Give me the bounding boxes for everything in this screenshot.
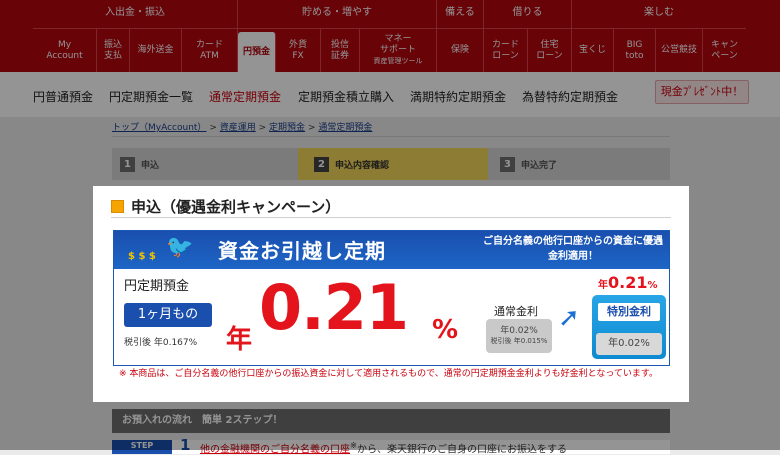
campaign-modal: 申込（優遇金利キャンペーン） $ $ $ 🐦 資金お引越し定期 ご自分名義の他行…	[93, 186, 689, 402]
normal-after-tax: 税引後 年0.015%	[490, 337, 548, 345]
special-rate-value: 0.21	[608, 273, 648, 292]
divider	[111, 217, 671, 218]
coins-icon: $ $ $	[128, 251, 156, 262]
bird-icon: 🐦	[166, 235, 194, 260]
arrow-up-right-icon: ➚	[558, 303, 580, 333]
normal-rate-can: 年0.02% 税引後 年0.015%	[486, 319, 552, 353]
banner-header: $ $ $ 🐦 資金お引越し定期 ご自分名義の他行口座からの資金に優遇金利適用！	[114, 231, 669, 269]
modal-header: 申込（優遇金利キャンペーン）	[111, 196, 340, 217]
disclaimer-note: ※ 本商品は、ご自分名義の他行口座からの振込資金に対して適用されるもので、通常の…	[119, 369, 658, 379]
plan-name: 円定期預金	[124, 279, 190, 294]
rate-unit: %	[432, 315, 459, 345]
special-rate-prefix: 年	[598, 280, 608, 291]
heading-marker-icon	[111, 200, 124, 213]
term-badge: 1ヶ月もの	[124, 303, 212, 327]
banner-title: 資金お引越し定期	[218, 239, 386, 263]
special-rate-top: 年0.21%	[598, 273, 658, 292]
special-rate-unit: %	[647, 280, 658, 291]
rate-prefix: 年	[226, 325, 253, 355]
special-rate-label: 特別金利	[598, 303, 660, 321]
special-base-rate: 年0.02%	[596, 333, 662, 355]
campaign-banner[interactable]: $ $ $ 🐦 資金お引越し定期 ご自分名義の他行口座からの資金に優遇金利適用！…	[113, 230, 670, 366]
rate-value: 0.21	[259, 271, 409, 344]
normal-rate-label: 通常金利	[494, 305, 538, 318]
normal-rate: 年0.02%	[500, 326, 538, 336]
banner-subtitle: ご自分名義の他行口座からの資金に優遇金利適用！	[483, 236, 663, 262]
after-tax-rate: 税引後 年0.167%	[124, 338, 198, 348]
special-rate-can: 特別金利 年0.02%	[592, 295, 666, 359]
modal-title: 申込（優遇金利キャンペーン）	[131, 198, 341, 216]
